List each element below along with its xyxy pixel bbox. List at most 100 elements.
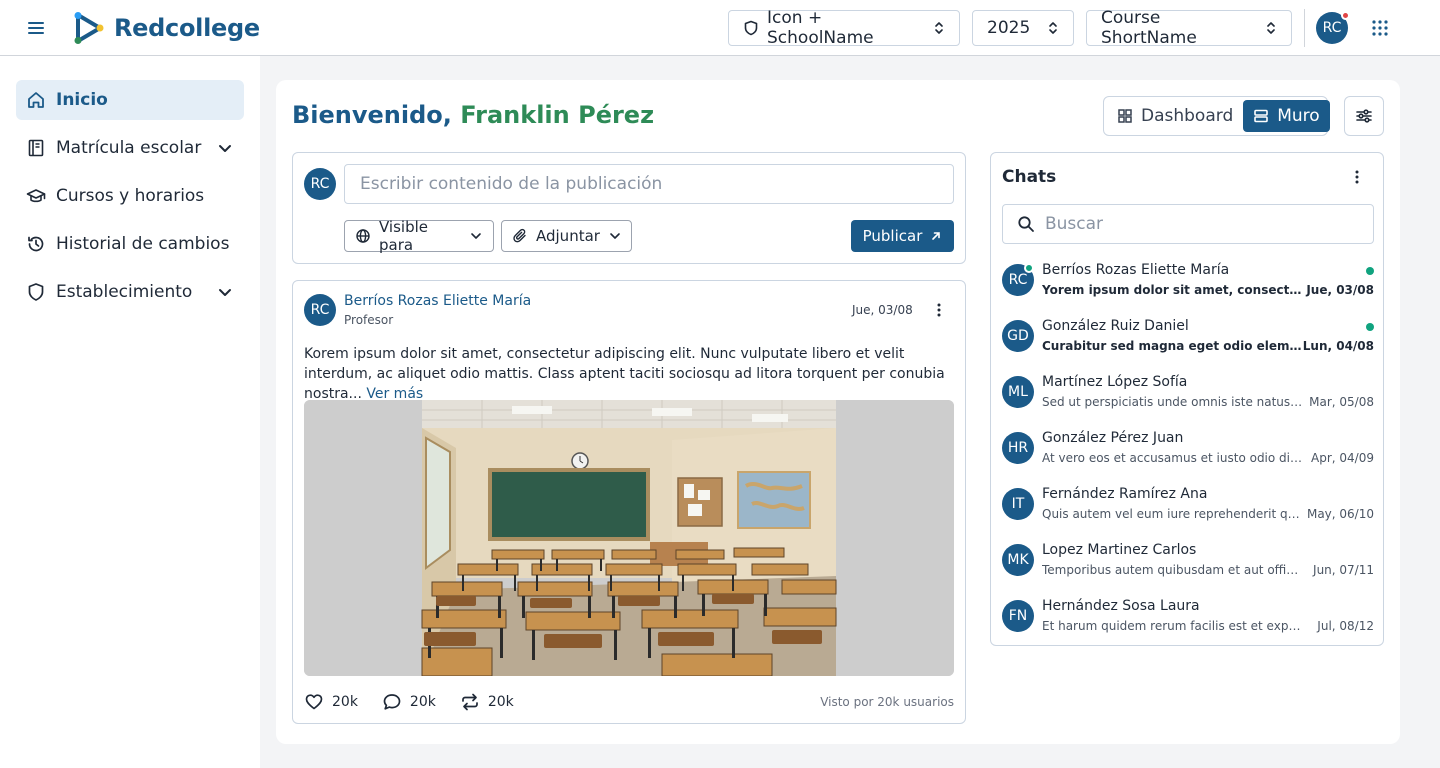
post-author[interactable]: Berríos Rozas Eliette María xyxy=(344,293,531,309)
heart-icon xyxy=(304,692,324,712)
chat-contact-name: Hernández Sosa Laura xyxy=(1042,598,1200,614)
chat-last-message: Sed ut perspiciatis unde omnis iste natu… xyxy=(1042,395,1304,409)
chat-date: Jue, 03/08 xyxy=(1306,283,1374,297)
page-title: Bienvenido, Franklin Pérez xyxy=(292,101,654,129)
chat-contact-name: González Pérez Juan xyxy=(1042,430,1184,446)
chat-date: Jun, 07/11 xyxy=(1313,563,1374,577)
sidebar-item-label: Inicio xyxy=(56,90,108,110)
chat-list-item[interactable]: ML Martínez López Sofía Sed ut perspicia… xyxy=(1002,366,1374,422)
course-selector[interactable]: Course ShortName xyxy=(1086,8,1292,48)
welcome-user-name: Franklin Pérez xyxy=(460,101,655,129)
post-content-input[interactable] xyxy=(344,164,954,204)
visibility-button[interactable]: Visible para xyxy=(344,218,494,254)
sidebar: Inicio Matrícula escolar Cursos y horari… xyxy=(0,56,260,768)
muro-label: Muro xyxy=(1277,106,1320,126)
sidebar-item-inicio[interactable]: Inicio xyxy=(16,80,244,120)
chat-list-item[interactable]: HR González Pérez Juan At vero eos et ac… xyxy=(1002,422,1374,478)
chat-last-message: Temporibus autem quibusdam et aut offici… xyxy=(1042,563,1304,577)
sidebar-item-label: Historial de cambios xyxy=(56,234,230,254)
muro-view-button[interactable]: Muro xyxy=(1243,100,1330,132)
dashboard-view-button[interactable]: Dashboard xyxy=(1107,100,1243,132)
chat-date: Mar, 05/08 xyxy=(1309,395,1374,409)
chat-search-input[interactable] xyxy=(1045,214,1345,234)
chats-title: Chats xyxy=(1002,167,1057,187)
course-selector-value: Course ShortName xyxy=(1101,8,1197,48)
chevron-up-down-icon xyxy=(1047,21,1059,35)
unread-indicator xyxy=(1366,267,1374,275)
chat-last-message: Quis autem vel eum iure reprehenderit qu… xyxy=(1042,507,1304,521)
chat-date: Jul, 08/12 xyxy=(1317,619,1374,633)
post-view-count: Visto por 20k usuarios xyxy=(820,695,954,709)
chat-list-item[interactable]: GD González Ruiz Daniel Curabitur sed ma… xyxy=(1002,310,1374,366)
avatar: HR xyxy=(1002,432,1034,464)
comment-button[interactable]: 20k xyxy=(382,692,436,712)
chevron-up-down-icon xyxy=(933,21,945,35)
chat-contact-name: Lopez Martinez Carlos xyxy=(1042,542,1197,558)
sliders-icon xyxy=(1355,107,1373,125)
publish-button[interactable]: Publicar xyxy=(851,220,954,252)
avatar-initials: RC xyxy=(310,302,330,318)
year-selector-value: 2025 xyxy=(987,18,1031,38)
avatar: RC xyxy=(304,168,336,200)
post-image[interactable] xyxy=(304,400,954,676)
sidebar-item-establecimiento[interactable]: Establecimiento xyxy=(16,272,244,312)
like-button[interactable]: 20k xyxy=(304,692,358,712)
welcome-prefix: Bienvenido, xyxy=(292,101,452,129)
year-selector[interactable]: 2025 xyxy=(972,10,1074,46)
chat-last-message: At vero eos et accusamus et iusto odio d… xyxy=(1042,451,1304,465)
user-initials: RC xyxy=(1322,20,1342,36)
sidebar-item-cursos[interactable]: Cursos y horarios xyxy=(16,176,244,216)
chevron-down-icon xyxy=(608,229,622,243)
book-icon xyxy=(26,138,46,158)
brand-logo[interactable]: Redcollege xyxy=(72,11,260,45)
avatar-initials: HR xyxy=(1007,440,1029,456)
online-status-dot xyxy=(1024,263,1034,273)
school-selector[interactable]: Icon + SchoolName xyxy=(728,8,960,48)
view-toggle: Dashboard Muro xyxy=(1103,96,1330,136)
avatar: MK xyxy=(1002,544,1034,576)
more-vertical-icon[interactable] xyxy=(931,301,947,319)
chat-list-item[interactable]: MK Lopez Martinez Carlos Temporibus aute… xyxy=(1002,534,1374,590)
avatar-initials: RC xyxy=(310,176,330,192)
avatar: IT xyxy=(1002,488,1034,520)
apps-grid-icon[interactable] xyxy=(1371,19,1389,37)
repost-icon xyxy=(460,692,480,712)
wall-icon xyxy=(1253,108,1269,124)
avatar-initials: ML xyxy=(1008,384,1028,400)
chat-contact-name: Fernández Ramírez Ana xyxy=(1042,486,1208,502)
chat-list-item[interactable]: IT Fernández Ramírez Ana Quis autem vel … xyxy=(1002,478,1374,534)
sidebar-item-label: Matrícula escolar xyxy=(56,138,202,158)
comment-count: 20k xyxy=(409,694,436,710)
menu-icon[interactable] xyxy=(26,18,46,38)
header-divider xyxy=(1304,9,1305,47)
arrow-up-right-icon xyxy=(930,230,942,242)
graduation-cap-icon xyxy=(26,186,46,206)
chat-list-item[interactable]: RC Berríos Rozas Eliette María Yorem ips… xyxy=(1002,254,1374,310)
sidebar-item-matricula[interactable]: Matrícula escolar xyxy=(16,128,244,168)
more-vertical-icon[interactable] xyxy=(1349,168,1365,186)
chats-panel: Chats RC Berríos Rozas Eliette María Yor… xyxy=(990,152,1384,646)
avatar: ML xyxy=(1002,376,1034,408)
chat-last-message: Et harum quidem rerum facilis est et exp… xyxy=(1042,619,1304,633)
main-content: Bienvenido, Franklin Pérez Dashboard Mur… xyxy=(276,80,1400,744)
share-button[interactable]: 20k xyxy=(460,692,514,712)
chat-date: May, 06/10 xyxy=(1306,507,1374,521)
user-avatar[interactable]: RC xyxy=(1316,11,1350,44)
home-icon xyxy=(26,90,46,110)
avatar-initials: MK xyxy=(1007,552,1029,568)
avatar: RC xyxy=(304,294,336,326)
chat-search xyxy=(1002,204,1374,244)
grid-icon xyxy=(1117,108,1133,124)
attach-button[interactable]: Adjuntar xyxy=(501,220,632,252)
top-bar: Redcollege Icon + SchoolName 2025 Course… xyxy=(0,0,1440,56)
sidebar-item-historial[interactable]: Historial de cambios xyxy=(16,224,244,264)
attach-label: Adjuntar xyxy=(536,227,600,245)
post-body: Korem ipsum dolor sit amet, consectetur … xyxy=(304,344,954,404)
shield-icon xyxy=(26,282,46,302)
filters-button[interactable] xyxy=(1344,96,1384,136)
chat-list-item[interactable]: FN Hernández Sosa Laura Et harum quidem … xyxy=(1002,590,1374,646)
post-date: Jue, 03/08 xyxy=(852,303,913,317)
notification-dot xyxy=(1341,11,1350,20)
classroom-illustration xyxy=(304,400,954,676)
avatar-initials: RC xyxy=(1008,272,1028,288)
